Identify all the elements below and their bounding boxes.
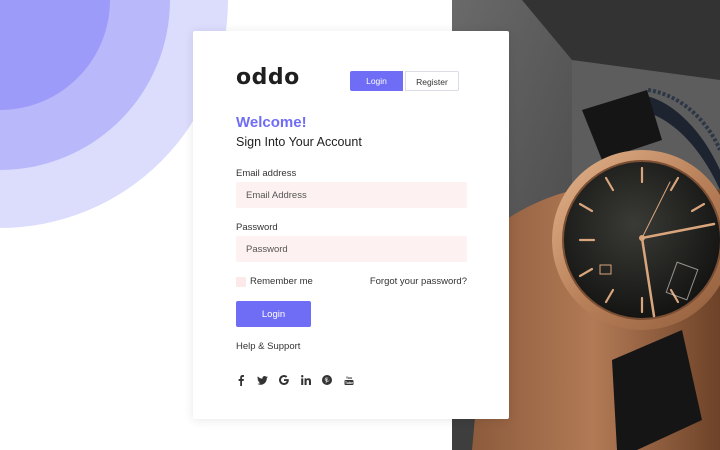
remember-me-checkbox[interactable] <box>236 276 246 287</box>
page-subtitle: Sign Into Your Account <box>236 135 362 149</box>
linkedin-icon[interactable] <box>300 374 312 386</box>
youtube-icon[interactable]: You Tube <box>343 374 355 386</box>
svg-text:You: You <box>345 376 351 380</box>
help-support-link[interactable]: Help & Support <box>236 341 300 352</box>
twitter-icon[interactable] <box>257 374 269 386</box>
tab-register[interactable]: Register <box>405 71 459 91</box>
login-button[interactable]: Login <box>236 301 311 327</box>
email-label: Email address <box>236 168 297 179</box>
remember-me-label: Remember me <box>250 276 313 287</box>
remember-me: Remember me <box>236 276 313 287</box>
login-card: oddo Login Register Welcome! Sign Into Y… <box>193 31 509 419</box>
facebook-icon[interactable] <box>235 374 247 386</box>
password-field[interactable] <box>236 236 467 262</box>
welcome-heading: Welcome! <box>236 114 307 131</box>
tab-login[interactable]: Login <box>350 71 403 91</box>
password-label: Password <box>236 222 278 233</box>
forgot-password-link[interactable]: Forgot your password? <box>370 276 467 287</box>
brand-logo: oddo <box>236 65 300 90</box>
email-field[interactable] <box>236 182 467 208</box>
pinterest-icon[interactable] <box>321 374 333 386</box>
social-links: You Tube <box>235 374 364 386</box>
svg-text:Tube: Tube <box>344 381 352 385</box>
auth-tab-switch: Login Register <box>350 71 459 91</box>
google-icon[interactable] <box>278 374 290 386</box>
